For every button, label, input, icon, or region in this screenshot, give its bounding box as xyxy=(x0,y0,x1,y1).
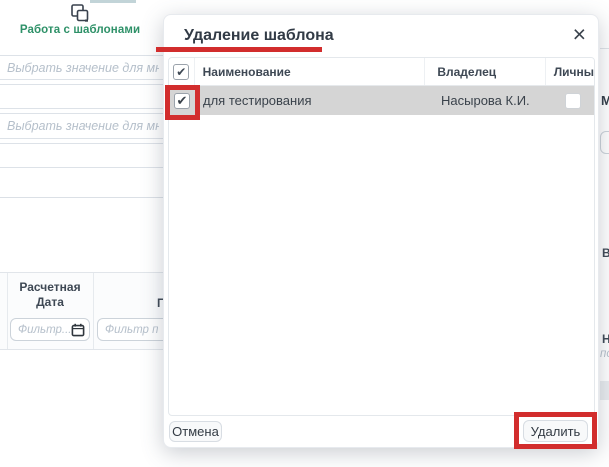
table-header-row: ✔ Наименование Владелец Личны xyxy=(169,58,594,86)
right-divider-fragment xyxy=(600,48,609,49)
right-placeholder-fragment: по xyxy=(600,348,609,360)
multiselect-input-4[interactable] xyxy=(0,143,168,168)
select-all-checkbox[interactable]: ✔ xyxy=(173,63,190,80)
row-select-cell: ✔ xyxy=(169,86,195,115)
dialog-title: Удаление шаблона xyxy=(184,27,334,44)
right-input-fragment xyxy=(600,131,609,154)
filters-table-header: Расчетная Дата П xyxy=(0,272,175,350)
templates-button-label: Работа с шаблонами xyxy=(19,24,141,36)
right-label-fragment-mid: В xyxy=(602,246,609,260)
multiselect-input-2[interactable] xyxy=(0,84,168,109)
name-column-header-cell: Наименование xyxy=(195,58,426,85)
templates-icon xyxy=(71,4,89,22)
page: Работа с шаблонами Расчетная Дата П М В … xyxy=(0,0,609,467)
right-gray-fragment xyxy=(600,381,609,400)
select-all-cell: ✔ xyxy=(169,58,195,85)
multiselect-input-3[interactable] xyxy=(0,113,168,139)
cancel-button[interactable]: Отмена xyxy=(169,421,222,442)
personal-column-header-cell: Личны xyxy=(546,58,594,85)
owner-column-header: Владелец xyxy=(437,64,497,79)
owner-column-header-cell: Владелец xyxy=(425,58,546,85)
templates-table: ✔ Наименование Владелец Личны ✔ для тест… xyxy=(168,57,595,416)
delete-button[interactable]: Удалить xyxy=(523,420,588,442)
template-name: для тестирования xyxy=(203,93,312,108)
close-icon[interactable]: × xyxy=(573,21,586,47)
section-divider xyxy=(0,197,164,198)
row-name-cell: для тестирования xyxy=(195,86,429,115)
row-select-checkbox[interactable]: ✔ xyxy=(174,92,190,109)
date-filter-field[interactable] xyxy=(10,318,90,341)
personal-column-header: Личны xyxy=(553,64,595,79)
template-row[interactable]: ✔ для тестирования Насырова К.И. xyxy=(169,86,594,115)
personal-checkbox[interactable] xyxy=(565,92,581,109)
calc-date-column-header: Расчетная Дата xyxy=(19,280,81,309)
templates-button[interactable]: Работа с шаблонами xyxy=(4,1,156,43)
multiselect-input-1[interactable] xyxy=(0,55,168,80)
name-column-header: Наименование xyxy=(202,64,291,79)
row-owner-cell: Насырова К.И. xyxy=(429,86,551,115)
row-personal-cell xyxy=(551,86,594,115)
template-owner: Насырова К.И. xyxy=(441,93,530,108)
check-icon: ✔ xyxy=(176,93,188,109)
column-divider xyxy=(93,273,94,349)
right-label-fragment-lower: Н xyxy=(602,332,609,346)
right-label-fragment-top: М xyxy=(601,93,609,108)
calendar-icon[interactable] xyxy=(71,323,85,337)
delete-template-dialog: Удаление шаблона × ✔ Наименование Владел… xyxy=(163,14,599,448)
check-icon: ✔ xyxy=(176,65,187,79)
